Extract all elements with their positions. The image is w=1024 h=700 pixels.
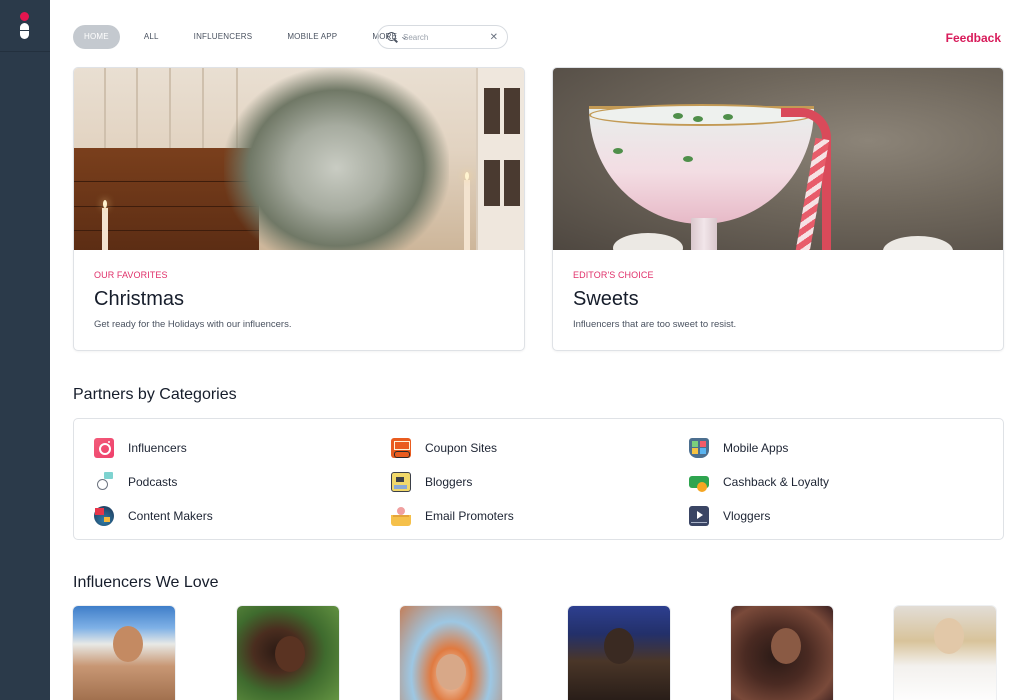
nav-tab-influencers[interactable]: INFLUENCERS xyxy=(183,25,264,49)
card-eyebrow: EDITOR'S CHOICE xyxy=(573,270,654,280)
category-label: Podcasts xyxy=(128,475,178,489)
coupon-icon xyxy=(391,438,411,458)
influencer-card[interactable] xyxy=(568,606,670,700)
card-description: Get ready for the Holidays with our infl… xyxy=(94,319,292,330)
video-icon xyxy=(689,506,709,526)
influencer-card[interactable] xyxy=(731,606,833,700)
category-podcasts[interactable]: Podcasts xyxy=(94,471,177,493)
category-cashback-loyalty[interactable]: Cashback & Loyalty xyxy=(689,471,829,493)
featured-card-christmas[interactable]: OUR FAVORITES Christmas Get ready for th… xyxy=(73,67,525,351)
logo-dot xyxy=(20,12,29,21)
category-label: Bloggers xyxy=(425,475,473,489)
nav-tab-label: ALL xyxy=(143,32,159,41)
category-coupon-sites[interactable]: Coupon Sites xyxy=(391,437,497,459)
search-field[interactable]: ✕ xyxy=(377,25,508,49)
category-label: Email Promoters xyxy=(425,509,514,523)
email-icon xyxy=(391,506,411,526)
logo-body xyxy=(20,23,29,39)
christmas-hero-image xyxy=(74,68,524,250)
nav-tab-label: INFLUENCERS xyxy=(193,32,253,41)
microphone-icon xyxy=(94,472,114,492)
sidebar-divider xyxy=(0,51,50,52)
category-label: Vloggers xyxy=(723,509,771,523)
nav-tab-label: MOBILE APP xyxy=(287,32,338,41)
category-label: Content Makers xyxy=(128,509,213,523)
influencer-card[interactable] xyxy=(400,606,502,700)
sidebar xyxy=(0,0,50,700)
search-input[interactable] xyxy=(403,32,481,42)
card-eyebrow: OUR FAVORITES xyxy=(94,270,168,280)
card-title: Sweets xyxy=(573,288,639,310)
category-label: Cashback & Loyalty xyxy=(723,475,830,489)
category-label: Influencers xyxy=(128,441,187,455)
category-bloggers[interactable]: Bloggers xyxy=(391,471,472,493)
influencer-card[interactable] xyxy=(894,606,996,700)
influencers-section-title: Influencers We Love xyxy=(73,574,219,591)
content-maker-icon xyxy=(94,506,114,526)
cashback-icon xyxy=(689,476,709,492)
category-mobile-apps[interactable]: Mobile Apps xyxy=(689,437,788,459)
nav-tab-mobile-app[interactable]: MOBILE APP xyxy=(276,25,348,49)
nav-tab-home[interactable]: HOME xyxy=(73,25,120,49)
category-vloggers[interactable]: Vloggers xyxy=(689,505,770,527)
influencer-card[interactable] xyxy=(237,606,339,700)
card-description: Influencers that are too sweet to resist… xyxy=(573,319,737,330)
category-content-makers[interactable]: Content Makers xyxy=(94,505,213,527)
sweets-hero-image xyxy=(553,68,1003,250)
nav-tab-all[interactable]: ALL xyxy=(133,25,170,49)
card-title: Christmas xyxy=(94,288,185,310)
search-icon xyxy=(387,31,398,43)
influencer-card[interactable] xyxy=(73,606,175,700)
close-icon[interactable]: ✕ xyxy=(490,32,498,43)
instagram-icon xyxy=(94,438,114,458)
category-email-promoters[interactable]: Email Promoters xyxy=(391,505,514,527)
categories-panel: Influencers Podcasts Content Makers Coup… xyxy=(73,418,1004,540)
brand-logo-icon[interactable] xyxy=(17,12,33,42)
category-label: Mobile Apps xyxy=(723,441,789,455)
category-influencers[interactable]: Influencers xyxy=(94,437,187,459)
category-label: Coupon Sites xyxy=(425,441,498,455)
partners-section-title: Partners by Categories xyxy=(73,386,237,403)
feedback-link[interactable]: Feedback xyxy=(946,31,1001,45)
nav-tab-label: HOME xyxy=(84,32,109,41)
featured-card-sweets[interactable]: EDITOR'S CHOICE Sweets Influencers that … xyxy=(552,67,1004,351)
mobile-apps-icon xyxy=(689,438,709,458)
blog-icon xyxy=(391,472,411,492)
